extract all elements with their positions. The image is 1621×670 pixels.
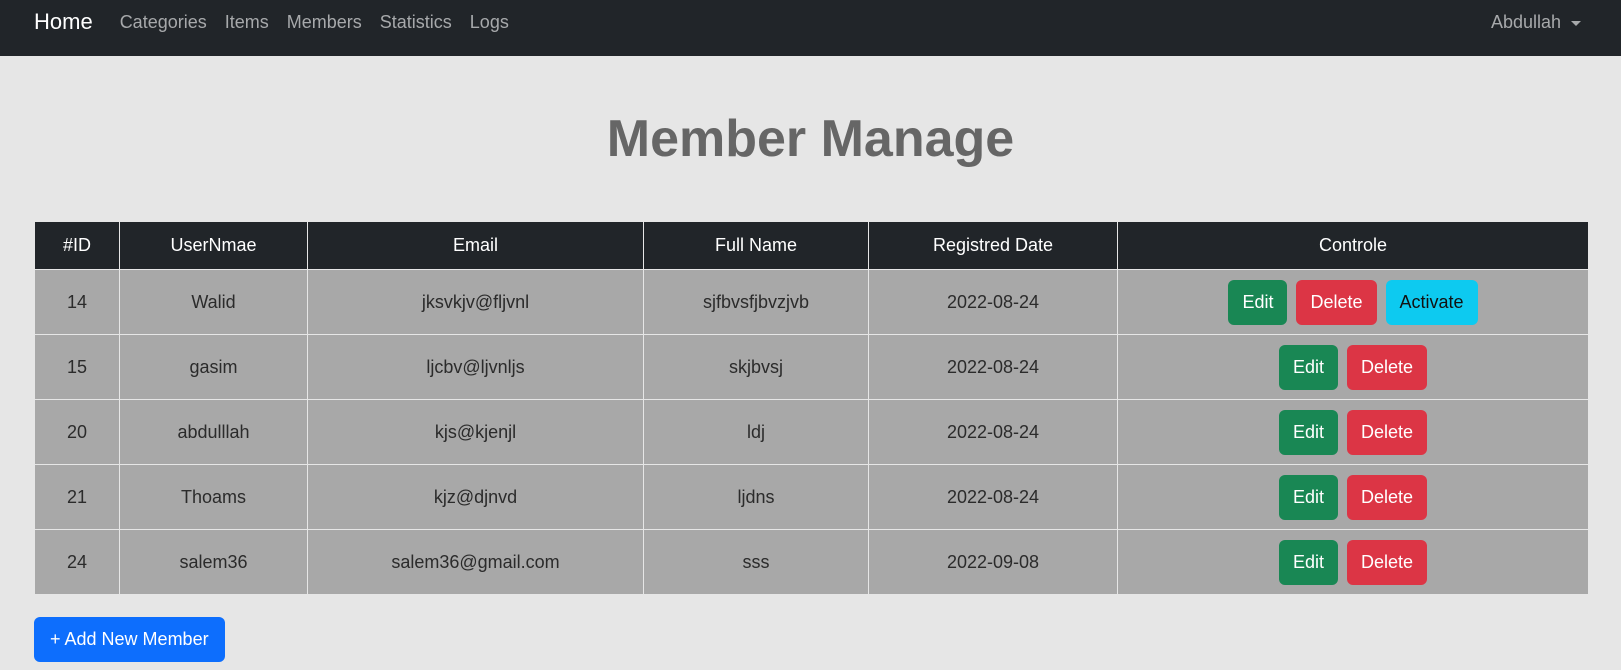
user-name: Abdullah: [1490, 11, 1561, 32]
members-table-container: #ID UserNmae Email Full Name Registred D…: [34, 221, 1589, 595]
cell-date: 2022-08-24: [868, 464, 1118, 530]
cell-date: 2022-09-08: [868, 529, 1118, 595]
user-dropdown[interactable]: Abdullah: [1491, 0, 1581, 44]
cell-fullname: ljdns: [643, 464, 869, 530]
page-title: Member Manage: [606, 110, 1015, 168]
cell-username: salem36: [119, 529, 308, 595]
nav-link-logs[interactable]: Logs: [461, 12, 518, 33]
cell-date: 2022-08-24: [868, 269, 1118, 335]
add-new-member-button[interactable]: + Add New Member: [34, 617, 225, 662]
edit-button[interactable]: Edit: [1278, 539, 1338, 585]
nav-link-members[interactable]: Members: [278, 12, 371, 33]
table-header-row: #ID UserNmae Email Full Name Registred D…: [34, 221, 1589, 270]
nav-link-categories[interactable]: Categories: [111, 12, 216, 33]
cell-email: salem36@gmail.com: [307, 529, 644, 595]
cell-fullname: sss: [643, 529, 869, 595]
header-id: #ID: [34, 221, 120, 270]
top-navbar: Home Categories Items Members Statistics…: [0, 0, 1621, 56]
cell-controls: Edit Delete: [1117, 529, 1589, 595]
cell-username: Thoams: [119, 464, 308, 530]
table-row: 14 Walid jksvkjv@fljvnl sjfbvsfjbvzjvb 2…: [34, 269, 1589, 335]
cell-fullname: sjfbvsfjbvzjvb: [643, 269, 869, 335]
edit-button[interactable]: Edit: [1228, 279, 1288, 325]
cell-date: 2022-08-24: [868, 399, 1118, 465]
delete-button[interactable]: Delete: [1296, 279, 1377, 325]
header-registered-date: Registred Date: [868, 221, 1118, 270]
delete-button[interactable]: Delete: [1347, 409, 1428, 455]
cell-id: 21: [34, 464, 120, 530]
nav-link-statistics[interactable]: Statistics: [371, 12, 461, 33]
table-row: 20 abdulllah kjs@kjenjl ldj 2022-08-24 E…: [34, 399, 1589, 465]
cell-id: 14: [34, 269, 120, 335]
table-row: 24 salem36 salem36@gmail.com sss 2022-09…: [34, 529, 1589, 595]
cell-date: 2022-08-24: [868, 334, 1118, 400]
edit-button[interactable]: Edit: [1278, 344, 1338, 390]
cell-controls: Edit Delete: [1117, 334, 1589, 400]
table-row: 21 Thoams kjz@djnvd ljdns 2022-08-24 Edi…: [34, 464, 1589, 530]
header-fullname: Full Name: [643, 221, 869, 270]
cell-email: kjz@djnvd: [307, 464, 644, 530]
nav-links: Categories Items Members Statistics Logs: [111, 12, 518, 39]
header-email: Email: [307, 221, 644, 270]
cell-id: 24: [34, 529, 120, 595]
cell-username: Walid: [119, 269, 308, 335]
cell-fullname: skjbvsj: [643, 334, 869, 400]
header-controls: Controle: [1117, 221, 1589, 270]
delete-button[interactable]: Delete: [1347, 344, 1428, 390]
cell-email: kjs@kjenjl: [307, 399, 644, 465]
cell-username: gasim: [119, 334, 308, 400]
nav-link-items[interactable]: Items: [216, 12, 278, 33]
delete-button[interactable]: Delete: [1347, 474, 1428, 520]
cell-id: 15: [34, 334, 120, 400]
cell-controls: Edit Delete: [1117, 464, 1589, 530]
delete-button[interactable]: Delete: [1347, 539, 1428, 585]
chevron-down-icon: [1571, 20, 1581, 26]
cell-fullname: ldj: [643, 399, 869, 465]
table-row: 15 gasim ljcbv@ljvnljs skjbvsj 2022-08-2…: [34, 334, 1589, 400]
edit-button[interactable]: Edit: [1278, 474, 1338, 520]
cell-email: jksvkjv@fljvnl: [307, 269, 644, 335]
edit-button[interactable]: Edit: [1278, 409, 1338, 455]
members-table: #ID UserNmae Email Full Name Registred D…: [34, 221, 1589, 595]
cell-username: abdulllah: [119, 399, 308, 465]
cell-id: 20: [34, 399, 120, 465]
activate-button[interactable]: Activate: [1385, 279, 1478, 325]
brand-home-link[interactable]: Home: [34, 9, 93, 35]
header-username: UserNmae: [119, 221, 308, 270]
cell-controls: Edit Delete: [1117, 399, 1589, 465]
cell-email: ljcbv@ljvnljs: [307, 334, 644, 400]
cell-controls: Edit Delete Activate: [1117, 269, 1589, 335]
